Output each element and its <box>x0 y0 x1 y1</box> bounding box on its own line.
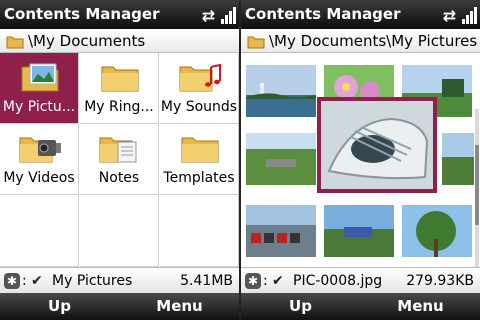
music-folder-icon <box>178 59 222 93</box>
sync-icon[interactable]: ⇄ <box>440 6 459 25</box>
selected-item-size: 5.41MB <box>180 273 233 289</box>
contents-manager-right: Contents Manager ⇄ \My Documents\My Pict… <box>241 0 480 320</box>
system-tray: ⇄ <box>440 5 478 25</box>
status-separator: : <box>22 273 27 289</box>
thumbnail-photo[interactable] <box>246 205 316 257</box>
signal-icon[interactable] <box>221 6 237 25</box>
folder-my-ringtones[interactable]: My Ring... <box>80 53 159 124</box>
contents-manager-left: Contents Manager ⇄ \My Documents My Pict… <box>0 0 239 320</box>
title-bar: Contents Manager ⇄ <box>241 0 480 29</box>
check-icon: ✔ <box>31 273 43 289</box>
app-title: Contents Manager <box>245 5 401 23</box>
thumbnail-photo-shoe <box>321 101 433 189</box>
softkey-menu[interactable]: Menu <box>120 293 239 320</box>
folder-my-pictures[interactable]: My Pictu... <box>0 53 79 124</box>
signal-icon[interactable] <box>462 6 478 25</box>
thumbnail-photo[interactable] <box>246 133 316 185</box>
path-bar: \My Documents\My Pictures <box>241 29 480 53</box>
path-bar: \My Documents <box>0 29 239 53</box>
softkey-up[interactable]: Up <box>0 293 119 320</box>
folder-label: My Sounds <box>160 99 238 115</box>
folder-my-sounds[interactable]: My Sounds <box>160 53 239 124</box>
folder-icon <box>98 59 142 93</box>
pictures-folder-icon <box>18 59 62 93</box>
folder-icon <box>247 36 265 49</box>
folder-templates[interactable]: Templates <box>160 124 239 195</box>
dual-screenshot: Contents Manager ⇄ \My Documents My Pict… <box>0 0 480 320</box>
thumbnail-photo[interactable] <box>246 65 316 117</box>
system-tray: ⇄ <box>199 5 237 25</box>
folder-label: My Pictu... <box>2 99 76 115</box>
folder-grid: My Pictu... My Ring... My Sounds My Vide… <box>0 53 239 267</box>
picture-grid <box>241 53 480 317</box>
folder-label: My Videos <box>3 170 75 186</box>
notes-folder-icon <box>98 130 142 164</box>
thumbnail-photo[interactable] <box>442 133 474 185</box>
selected-item-size: 279.93KB <box>406 273 474 289</box>
selected-thumbnail[interactable] <box>317 97 437 193</box>
current-path: \My Documents\My Pictures <box>269 32 478 50</box>
folder-notes[interactable]: Notes <box>80 124 159 195</box>
empty-cell <box>0 195 79 267</box>
empty-cell <box>160 195 239 267</box>
softkey-bar: Up Menu <box>241 293 480 320</box>
check-icon: ✔ <box>272 273 284 289</box>
empty-cell <box>80 195 159 267</box>
thumbnail-photo[interactable] <box>324 205 394 257</box>
app-title: Contents Manager <box>4 5 160 23</box>
keyboard-icon[interactable]: ✱ <box>4 273 20 289</box>
title-bar: Contents Manager ⇄ <box>0 0 239 29</box>
keyboard-icon[interactable]: ✱ <box>245 273 261 289</box>
folder-label: My Ring... <box>84 99 154 115</box>
video-folder-icon <box>18 130 62 164</box>
folder-label: Notes <box>98 170 140 186</box>
status-separator: : <box>263 273 268 289</box>
softkey-bar: Up Menu <box>0 293 239 320</box>
folder-icon <box>178 130 222 164</box>
scrollbar-thumb[interactable] <box>475 145 479 225</box>
folder-label: Templates <box>163 170 235 186</box>
current-path: \My Documents <box>28 32 146 50</box>
softkey-up[interactable]: Up <box>241 293 360 320</box>
thumbnail-photo[interactable] <box>402 205 472 257</box>
softkey-menu[interactable]: Menu <box>361 293 480 320</box>
folder-icon <box>6 36 24 49</box>
status-bar: ✱ : ✔ PIC-0008.jpg 279.93KB <box>241 267 480 293</box>
folder-my-videos[interactable]: My Videos <box>0 124 79 195</box>
status-bar: ✱ : ✔ My Pictures 5.41MB <box>0 267 239 293</box>
selected-item-name: My Pictures <box>52 273 133 289</box>
sync-icon[interactable]: ⇄ <box>199 6 218 25</box>
selected-item-name: PIC-0008.jpg <box>293 273 383 289</box>
